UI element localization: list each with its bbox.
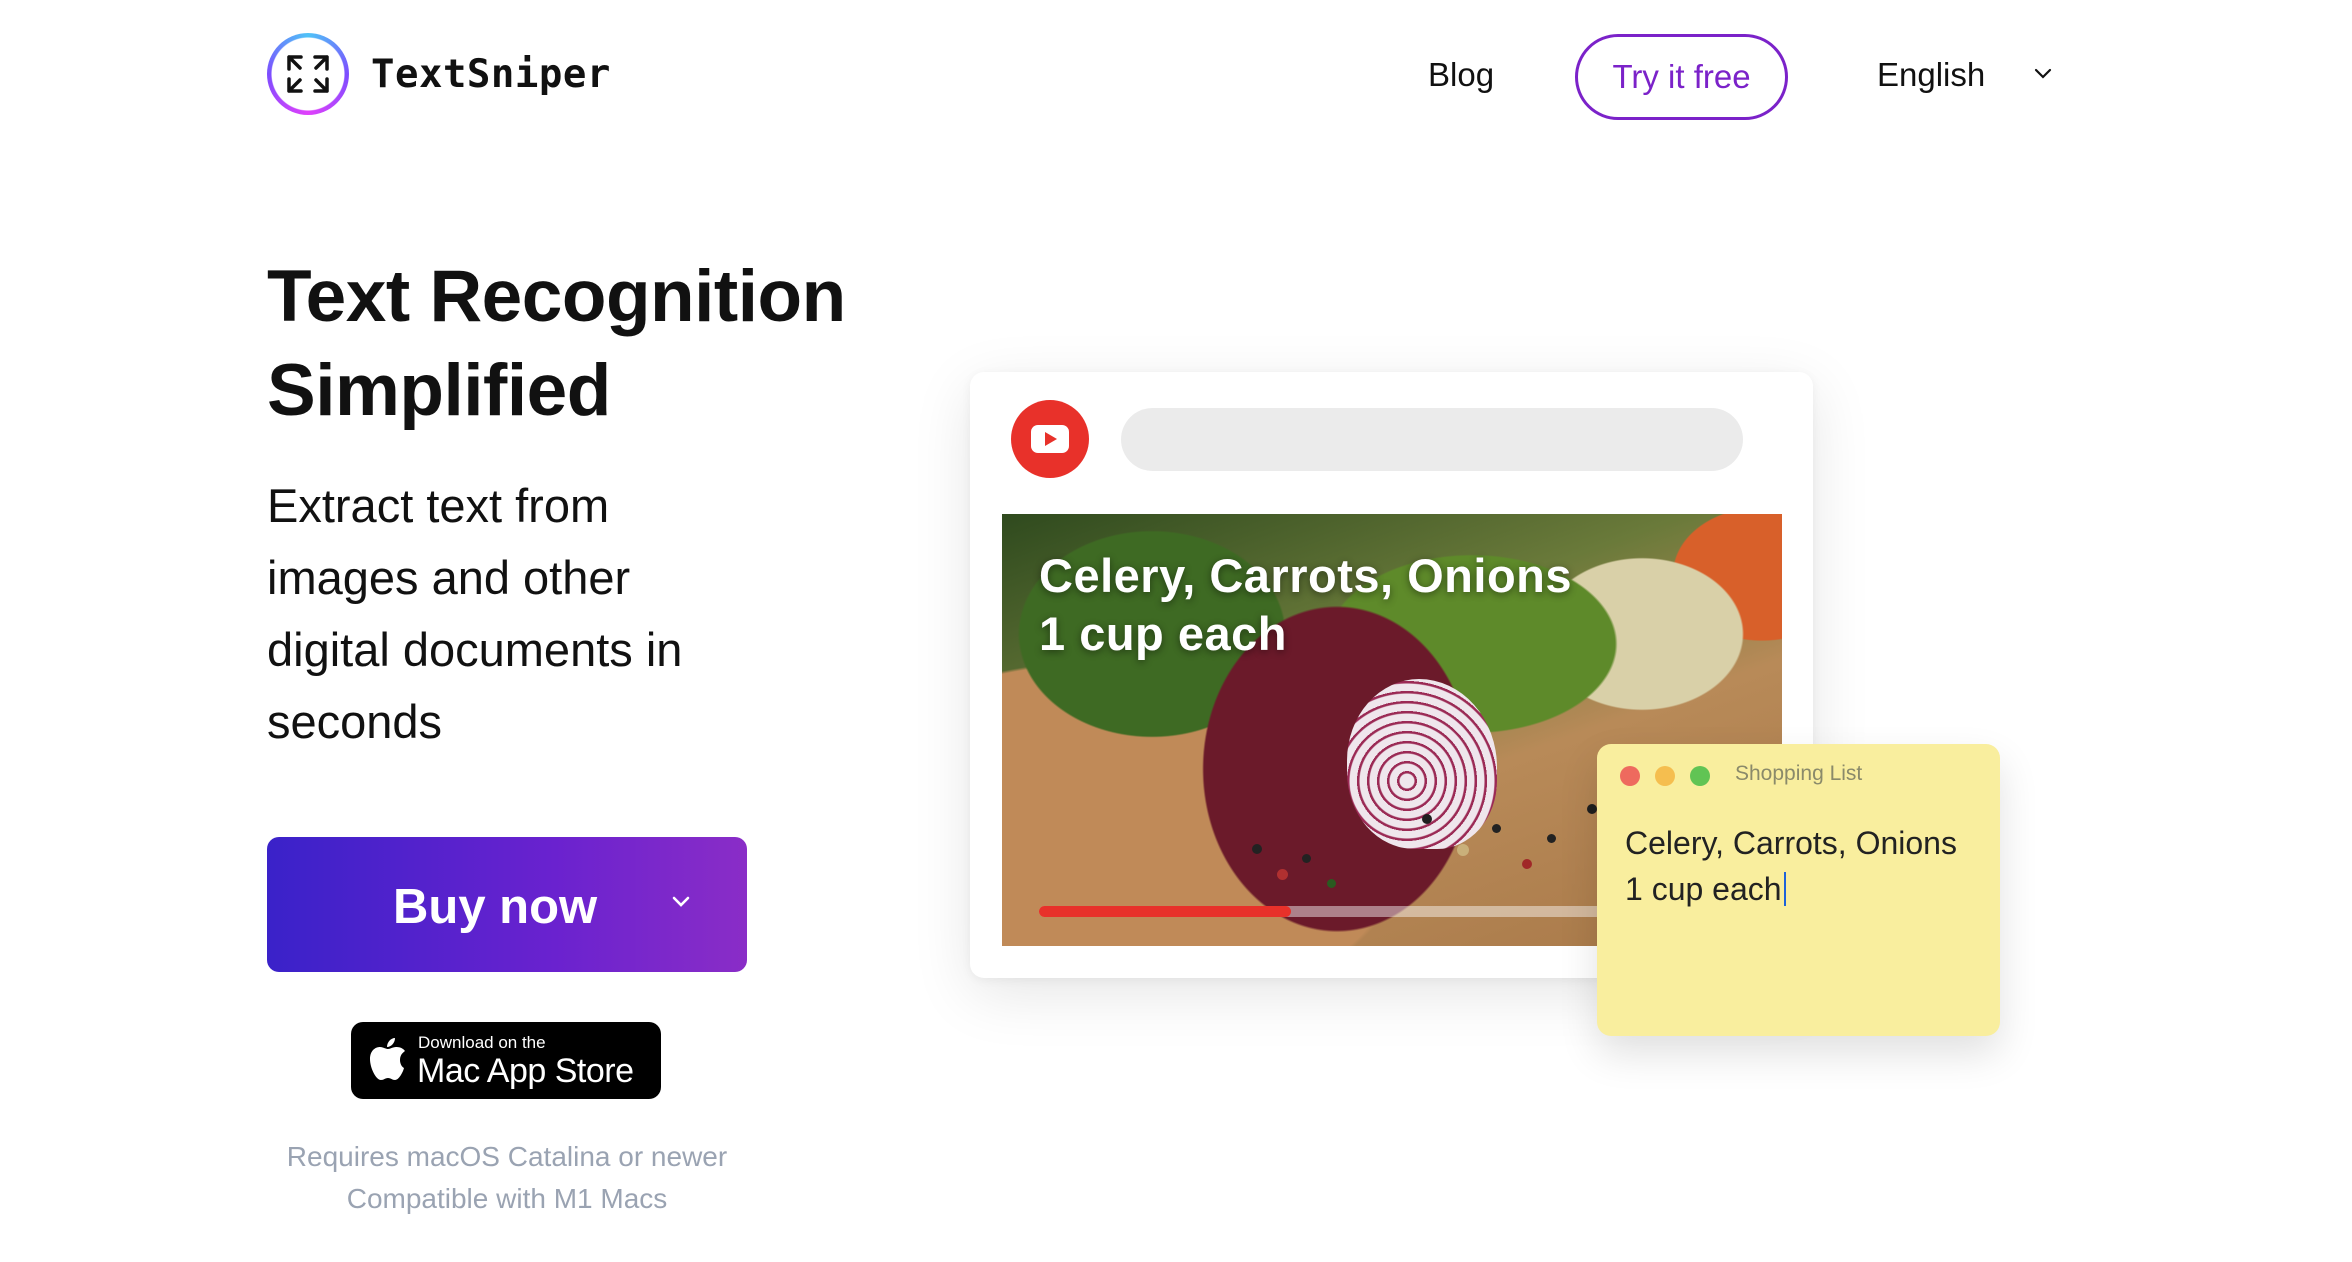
hero-title-line: Simplified [267,350,611,431]
hero-subtitle-line: seconds [267,695,443,748]
corner-arrows-icon [267,33,349,115]
hero-subtitle-line: Extract text from [267,479,610,532]
hero-subtitle-line: images and other [267,551,631,604]
buy-now-button[interactable]: Buy now [267,837,747,972]
app-store-big-label: Mac App Store [417,1052,634,1090]
video-caption-line: Celery, Carrots, Onions [1039,549,1572,602]
note-body[interactable]: Celery, Carrots, Onions 1 cup each [1625,820,1957,912]
requirement-text: Requires macOS Catalina or newer [286,1141,728,1172]
video-caption-line: 1 cup each [1039,607,1287,660]
hero-subtitle-line: digital documents in [267,623,683,676]
hero-title-line: Text Recognition [267,256,846,337]
buy-now-label: Buy now [393,880,598,934]
hero-title: Text Recognition Simplified [267,250,887,438]
youtube-play-icon [1011,400,1089,478]
text-cursor [1783,872,1786,906]
apple-icon [370,1038,405,1080]
minimize-dot-icon[interactable] [1655,766,1675,786]
mac-app-store-badge[interactable]: Download on the Mac App Store [351,1022,661,1099]
note-line-text: 1 cup each [1625,871,1782,907]
try-it-free-button[interactable]: Try it free [1575,34,1788,120]
onion-image [1347,679,1497,849]
video-progress-fill [1039,906,1291,917]
brand-name: TextSniper [371,51,611,97]
address-bar [1121,408,1743,471]
nav-blog-link[interactable]: Blog [1428,56,1494,94]
close-dot-icon[interactable] [1620,766,1640,786]
chevron-down-icon[interactable] [2034,68,2052,80]
language-selector[interactable]: English [1877,56,1985,94]
app-store-small-label: Download on the [418,1033,546,1052]
try-it-free-label: Try it free [1612,58,1751,95]
note-line: Celery, Carrots, Onions [1625,825,1957,861]
chevron-down-icon[interactable] [671,895,691,909]
sticky-note-window: Shopping List Celery, Carrots, Onions 1 … [1597,744,2000,1036]
compatibility-text: Compatible with M1 Macs [346,1183,668,1214]
zoom-dot-icon[interactable] [1690,766,1710,786]
hero-subtitle: Extract text from images and other digit… [267,470,737,758]
video-caption: Celery, Carrots, Onions 1 cup each [1039,547,1572,663]
note-line-last: 1 cup each [1625,866,1957,912]
note-title: Shopping List [1735,762,1863,785]
brand-logo[interactable]: TextSniper [267,33,611,115]
